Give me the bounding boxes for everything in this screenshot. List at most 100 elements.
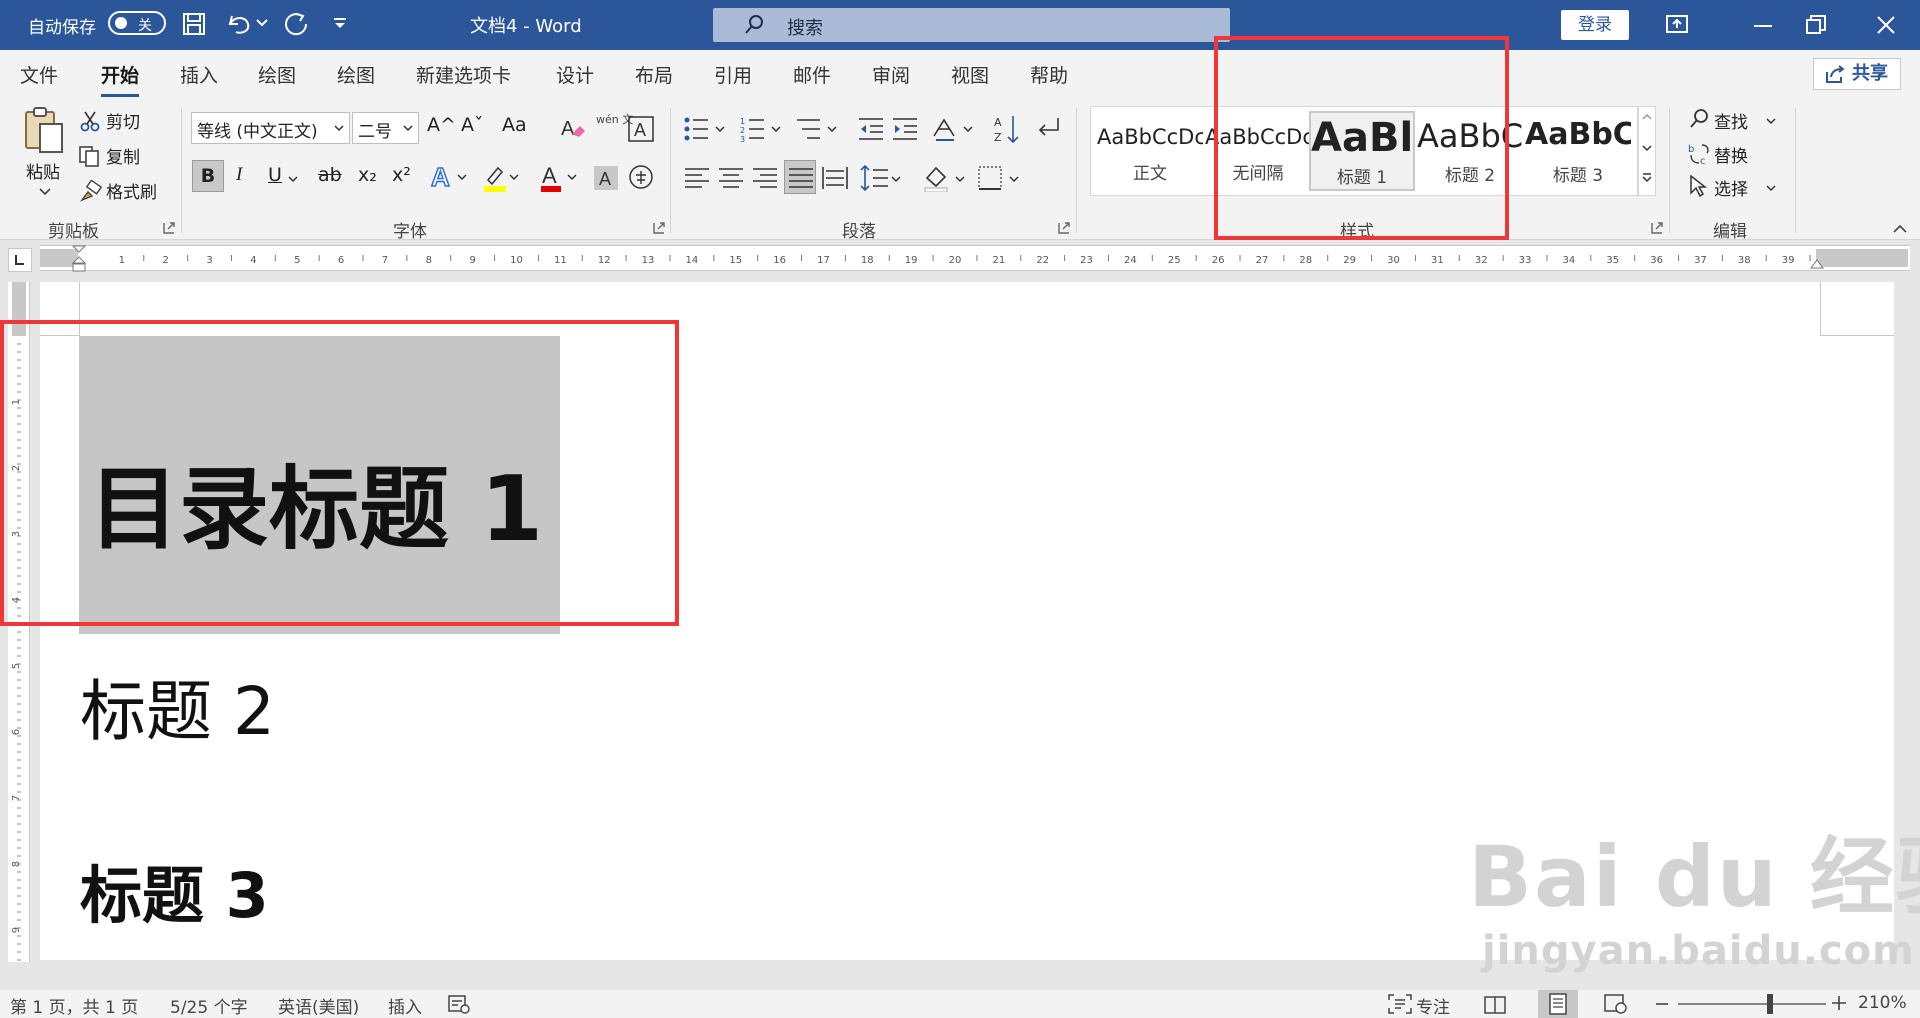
align-left-icon[interactable] bbox=[684, 166, 710, 190]
align-center-icon[interactable] bbox=[718, 166, 744, 190]
zoom-out-icon[interactable] bbox=[1656, 1002, 1668, 1006]
text-effects-icon[interactable]: A bbox=[430, 162, 470, 192]
share-button[interactable]: 共享 bbox=[1813, 58, 1901, 90]
tab-references[interactable]: 引用 bbox=[714, 61, 752, 88]
tab-draw[interactable]: 绘图 bbox=[258, 61, 296, 88]
tab-review[interactable]: 审阅 bbox=[872, 61, 910, 88]
tab-layout[interactable]: 布局 bbox=[635, 61, 673, 88]
justify-button[interactable] bbox=[784, 160, 816, 194]
heading-3-text[interactable]: 标题 3 bbox=[80, 845, 269, 935]
bullets-icon[interactable] bbox=[684, 116, 728, 142]
zoom-in-icon[interactable] bbox=[1832, 996, 1846, 1010]
tab-view[interactable]: 视图 bbox=[951, 61, 989, 88]
bold-button[interactable]: B bbox=[192, 160, 224, 192]
redo-icon[interactable] bbox=[282, 12, 310, 38]
chevron-up-icon[interactable] bbox=[1642, 113, 1652, 120]
zoom-slider-thumb[interactable] bbox=[1767, 994, 1773, 1014]
show-marks-icon[interactable] bbox=[1034, 116, 1060, 142]
font-color-icon[interactable]: A bbox=[540, 162, 580, 194]
numbering-icon[interactable]: 123 bbox=[740, 116, 784, 142]
first-line-indent-marker[interactable] bbox=[71, 245, 87, 273]
distribute-icon[interactable] bbox=[822, 166, 848, 190]
tab-help[interactable]: 帮助 bbox=[1030, 61, 1068, 88]
login-button[interactable]: 登录 bbox=[1561, 10, 1629, 40]
grow-font-button[interactable]: A^ bbox=[427, 114, 456, 136]
shading-icon[interactable] bbox=[924, 164, 968, 192]
sort-icon[interactable]: AZ bbox=[994, 114, 1020, 144]
minimize-icon[interactable] bbox=[1753, 24, 1773, 28]
page-count[interactable]: 第 1 页，共 1 页 bbox=[10, 993, 138, 1018]
collapse-ribbon-icon[interactable] bbox=[1893, 224, 1907, 233]
enclose-char-icon[interactable] bbox=[628, 164, 654, 190]
web-layout-icon[interactable] bbox=[1604, 994, 1628, 1014]
subscript-button[interactable]: x₂ bbox=[358, 164, 377, 186]
cut-button[interactable]: 剪切 bbox=[80, 108, 160, 134]
tab-insert[interactable]: 插入 bbox=[180, 61, 218, 88]
char-shading-icon[interactable]: A bbox=[594, 166, 618, 190]
styles-scrollbar[interactable] bbox=[1638, 106, 1656, 196]
change-case-button[interactable]: Aa bbox=[502, 114, 527, 136]
multilevel-list-icon[interactable] bbox=[796, 116, 840, 142]
chinese-layout-icon[interactable] bbox=[932, 116, 976, 142]
borders-icon[interactable] bbox=[978, 166, 1022, 192]
style-heading-3[interactable]: AaBbC 标题 3 bbox=[1525, 111, 1631, 191]
tab-mailings[interactable]: 邮件 bbox=[793, 61, 831, 88]
font-launcher-icon[interactable] bbox=[653, 222, 665, 234]
insert-mode[interactable]: 插入 bbox=[388, 993, 422, 1018]
tab-new-tab[interactable]: 新建选项卡 bbox=[416, 61, 511, 88]
word-count[interactable]: 5/25 个字 bbox=[170, 993, 248, 1018]
clipboard-launcher-icon[interactable] bbox=[163, 222, 175, 234]
increase-indent-icon[interactable] bbox=[892, 116, 918, 142]
strikethrough-button[interactable]: ab bbox=[318, 164, 342, 186]
customize-qat-icon[interactable] bbox=[332, 18, 348, 30]
tab-file[interactable]: 文件 bbox=[20, 61, 58, 88]
superscript-button[interactable]: x² bbox=[392, 164, 411, 186]
align-right-icon[interactable] bbox=[752, 166, 778, 190]
tab-draw-2[interactable]: 绘图 bbox=[337, 61, 375, 88]
gallery-more-icon[interactable] bbox=[1642, 173, 1652, 183]
underline-button[interactable]: U bbox=[268, 164, 282, 186]
autosave-toggle[interactable]: 关 bbox=[108, 11, 166, 35]
focus-icon[interactable] bbox=[1388, 994, 1412, 1014]
replace-button[interactable]: bc 替换 bbox=[1688, 140, 1768, 168]
tab-design[interactable]: 设计 bbox=[556, 61, 594, 88]
language-status[interactable]: 英语(美国) bbox=[278, 993, 359, 1018]
search-box[interactable]: 搜索 bbox=[713, 8, 1230, 42]
line-spacing-icon[interactable] bbox=[860, 164, 904, 192]
close-icon[interactable] bbox=[1876, 15, 1896, 35]
highlight-icon[interactable] bbox=[482, 162, 522, 194]
format-painter-button[interactable]: 格式刷 bbox=[78, 178, 178, 204]
focus-label[interactable]: 专注 bbox=[1416, 993, 1450, 1018]
style-normal[interactable]: AaBbCcDc 正文 bbox=[1097, 111, 1203, 191]
font-name-select[interactable]: 等线 (中文正文) bbox=[191, 112, 350, 144]
zoom-slider[interactable] bbox=[1678, 994, 1826, 1014]
macro-record-icon[interactable] bbox=[448, 994, 470, 1014]
right-indent-marker[interactable] bbox=[1810, 254, 1824, 270]
find-button[interactable]: 查找 bbox=[1688, 106, 1784, 134]
paste-button[interactable]: 粘贴 bbox=[18, 106, 68, 206]
horizontal-ruler[interactable]: 1123456789101112131415161718192021222324… bbox=[40, 245, 1910, 273]
decrease-indent-icon[interactable] bbox=[858, 116, 884, 142]
italic-button[interactable]: I bbox=[236, 164, 242, 186]
undo-dropdown-icon[interactable] bbox=[256, 18, 268, 28]
styles-launcher-icon[interactable] bbox=[1651, 222, 1663, 234]
heading-2-text[interactable]: 标题 2 bbox=[80, 658, 275, 754]
paragraph-launcher-icon[interactable] bbox=[1058, 222, 1070, 234]
restore-icon[interactable] bbox=[1806, 15, 1826, 35]
undo-icon[interactable] bbox=[226, 12, 254, 36]
chevron-down-icon[interactable] bbox=[1642, 145, 1652, 152]
read-mode-icon[interactable] bbox=[1484, 994, 1506, 1014]
font-size-select[interactable]: 二号 bbox=[352, 112, 419, 144]
print-layout-button[interactable] bbox=[1538, 990, 1578, 1018]
ribbon-display-icon[interactable] bbox=[1666, 14, 1688, 34]
select-button[interactable]: 选择 bbox=[1688, 173, 1784, 201]
char-border-icon[interactable]: A bbox=[628, 116, 654, 142]
copy-button[interactable]: 复制 bbox=[78, 143, 158, 169]
chevron-down-icon[interactable] bbox=[288, 176, 298, 183]
shrink-font-button[interactable]: Aˇ bbox=[461, 114, 484, 136]
clear-format-icon[interactable]: A bbox=[560, 116, 586, 142]
zoom-level[interactable]: 210% bbox=[1858, 993, 1907, 1013]
tab-selector[interactable] bbox=[8, 248, 32, 272]
tab-home[interactable]: 开始 bbox=[101, 61, 140, 97]
save-icon[interactable] bbox=[182, 12, 206, 36]
